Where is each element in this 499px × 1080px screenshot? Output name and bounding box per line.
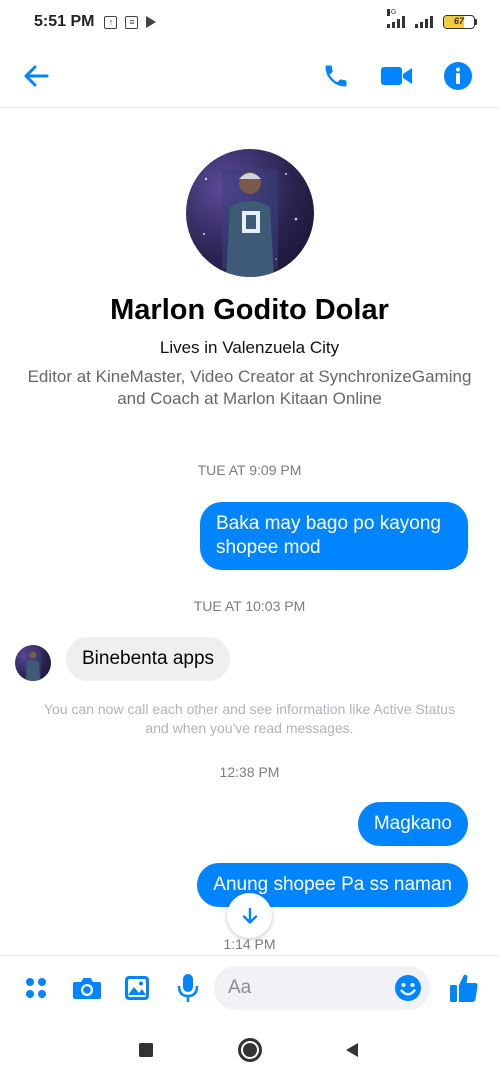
battery-icon: 67 bbox=[443, 15, 477, 29]
like-button[interactable] bbox=[446, 970, 482, 1006]
info-button[interactable] bbox=[436, 54, 480, 98]
battery-level: 67 bbox=[453, 16, 464, 26]
status-notification-icons: ↑ ≡ bbox=[104, 15, 157, 29]
recents-button[interactable] bbox=[131, 1035, 161, 1065]
profile-location: Lives in Valenzuela City bbox=[159, 338, 340, 357]
network-label: 4G bbox=[387, 9, 397, 16]
gallery-button[interactable] bbox=[119, 970, 155, 1006]
back-nav-button[interactable] bbox=[337, 1035, 367, 1065]
profile-name: Marlon Godito Dolar bbox=[110, 294, 389, 326]
arrow-down-icon bbox=[242, 907, 257, 924]
upload-icon: ↑ bbox=[104, 15, 118, 29]
video-camera-icon bbox=[381, 67, 412, 85]
phone-icon bbox=[325, 65, 347, 87]
privacy-notice: You can now call each other and see info… bbox=[43, 701, 456, 736]
camera-button[interactable] bbox=[69, 970, 105, 1006]
back-arrow-icon bbox=[24, 65, 49, 87]
message-input[interactable] bbox=[228, 966, 388, 1010]
voice-call-button[interactable] bbox=[314, 54, 358, 98]
outgoing-message-bubble[interactable]: Baka may bago po kayong shopee mod bbox=[200, 502, 468, 570]
gallery-icon bbox=[125, 976, 149, 1000]
recents-square-icon bbox=[139, 1043, 153, 1057]
apps-icon bbox=[26, 978, 46, 998]
message-input-container bbox=[214, 966, 430, 1010]
outgoing-message-bubble[interactable]: Magkano bbox=[357, 802, 468, 846]
message-timestamp: TUE AT 10:03 PM bbox=[193, 598, 306, 614]
system-navigation-bar bbox=[0, 1021, 499, 1080]
message-timestamp: TUE AT 9:09 PM bbox=[197, 462, 302, 478]
status-bar: 5:51 PM ↑ ≡ 4G 67 bbox=[0, 0, 499, 44]
scroll-to-bottom-button[interactable] bbox=[227, 893, 272, 938]
back-button[interactable] bbox=[14, 54, 58, 98]
camera-icon bbox=[73, 978, 101, 999]
back-triangle-icon bbox=[346, 1043, 358, 1057]
more-actions-button[interactable] bbox=[18, 970, 54, 1006]
profile-work: Editor at KineMaster, Video Creator at S… bbox=[27, 367, 472, 408]
microphone-icon bbox=[177, 974, 199, 1002]
profile-avatar bbox=[186, 149, 314, 277]
signal-icon bbox=[415, 16, 433, 28]
incoming-message-bubble[interactable]: Binebenta apps bbox=[66, 637, 231, 681]
conversation-header bbox=[0, 44, 499, 108]
message-timestamp: 12:38 PM bbox=[219, 764, 280, 780]
sender-avatar[interactable] bbox=[15, 645, 51, 681]
avatar-photo bbox=[25, 649, 41, 681]
news-icon: ≡ bbox=[125, 15, 139, 29]
message-timestamp: 1:14 PM bbox=[223, 936, 276, 952]
video-call-button[interactable] bbox=[375, 54, 419, 98]
voice-clip-button[interactable] bbox=[170, 970, 206, 1006]
status-system-icons: 4G 67 bbox=[387, 9, 477, 29]
avatar-photo bbox=[203, 169, 298, 277]
signal-4g-icon: 4G bbox=[387, 9, 405, 28]
status-time: 5:51 PM bbox=[34, 13, 95, 30]
message-composer bbox=[0, 955, 499, 1021]
home-circle-icon bbox=[238, 1038, 262, 1062]
thumbs-up-icon bbox=[450, 974, 478, 1002]
emoji-button[interactable] bbox=[393, 973, 423, 1003]
home-button[interactable] bbox=[235, 1035, 265, 1065]
play-store-icon bbox=[146, 16, 157, 28]
emoji-icon bbox=[395, 975, 421, 1001]
info-icon bbox=[444, 62, 472, 90]
